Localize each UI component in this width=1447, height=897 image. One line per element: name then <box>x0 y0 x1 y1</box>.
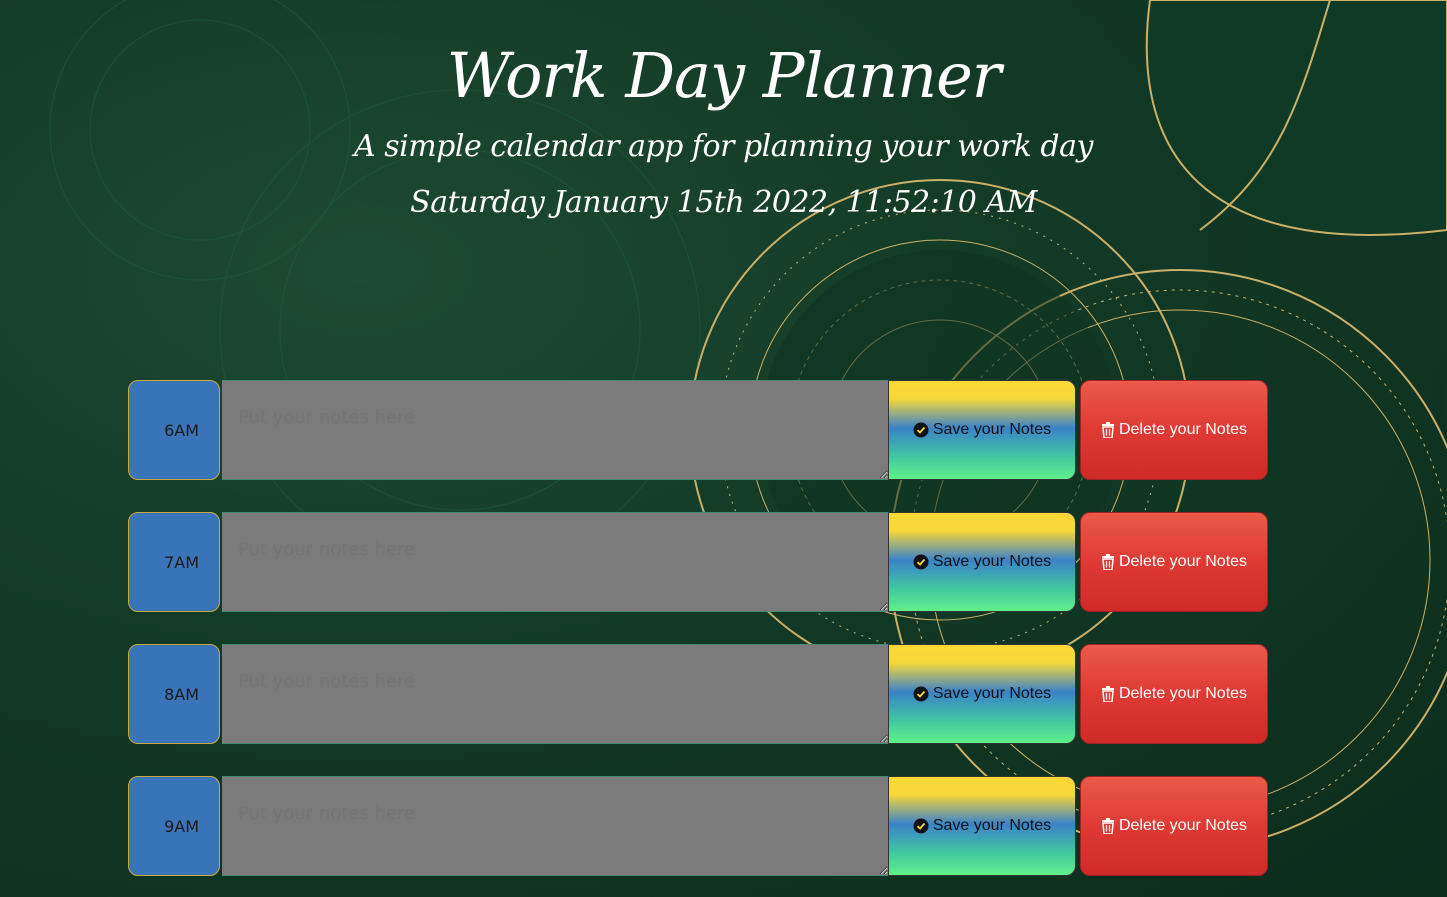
current-datetime: Saturday January 15th 2022, 11:52:10 AM <box>410 185 1037 220</box>
notes-input[interactable] <box>222 512 888 612</box>
save-notes-button[interactable]: Save your Notes <box>888 380 1076 480</box>
notes-input[interactable] <box>222 776 888 876</box>
delete-notes-button[interactable]: Delete your Notes <box>1080 512 1268 612</box>
time-block-list: 6AM Save your Notes Delete your Notes 7A… <box>128 380 1268 897</box>
delete-notes-button[interactable]: Delete your Notes <box>1080 776 1268 876</box>
check-circle-icon <box>913 422 929 438</box>
delete-notes-label: Delete your Notes <box>1118 817 1248 834</box>
hour-label: 9AM <box>128 776 220 876</box>
page-subtitle: A simple calendar app for planning your … <box>354 129 1093 164</box>
trash-icon <box>1101 818 1115 835</box>
trash-icon <box>1101 554 1115 571</box>
hour-label: 8AM <box>128 644 220 744</box>
save-notes-label: Save your Notes <box>932 817 1052 834</box>
trash-icon <box>1101 686 1115 703</box>
save-notes-label: Save your Notes <box>932 553 1052 570</box>
delete-notes-button[interactable]: Delete your Notes <box>1080 644 1268 744</box>
hour-label: 7AM <box>128 512 220 612</box>
hour-label: 6AM <box>128 380 220 480</box>
check-circle-icon <box>913 554 929 570</box>
notes-input[interactable] <box>222 644 888 744</box>
time-block-row: 8AM Save your Notes Delete your Notes <box>128 644 1268 744</box>
page-header: Work Day Planner A simple calendar app f… <box>0 0 1447 224</box>
save-notes-label: Save your Notes <box>932 685 1052 702</box>
notes-input[interactable] <box>222 380 888 480</box>
time-block-row: 7AM Save your Notes Delete your Notes <box>128 512 1268 612</box>
time-block-row: 6AM Save your Notes Delete your Notes <box>128 380 1268 480</box>
save-notes-button[interactable]: Save your Notes <box>888 512 1076 612</box>
delete-notes-label: Delete your Notes <box>1118 685 1248 702</box>
delete-notes-button[interactable]: Delete your Notes <box>1080 380 1268 480</box>
save-notes-button[interactable]: Save your Notes <box>888 776 1076 876</box>
save-notes-label: Save your Notes <box>932 421 1052 438</box>
save-notes-button[interactable]: Save your Notes <box>888 644 1076 744</box>
trash-icon <box>1101 422 1115 439</box>
delete-notes-label: Delete your Notes <box>1118 553 1248 570</box>
time-block-row: 9AM Save your Notes Delete your Notes <box>128 776 1268 876</box>
page-title: Work Day Planner <box>446 39 1002 112</box>
check-circle-icon <box>913 818 929 834</box>
check-circle-icon <box>913 686 929 702</box>
delete-notes-label: Delete your Notes <box>1118 421 1248 438</box>
